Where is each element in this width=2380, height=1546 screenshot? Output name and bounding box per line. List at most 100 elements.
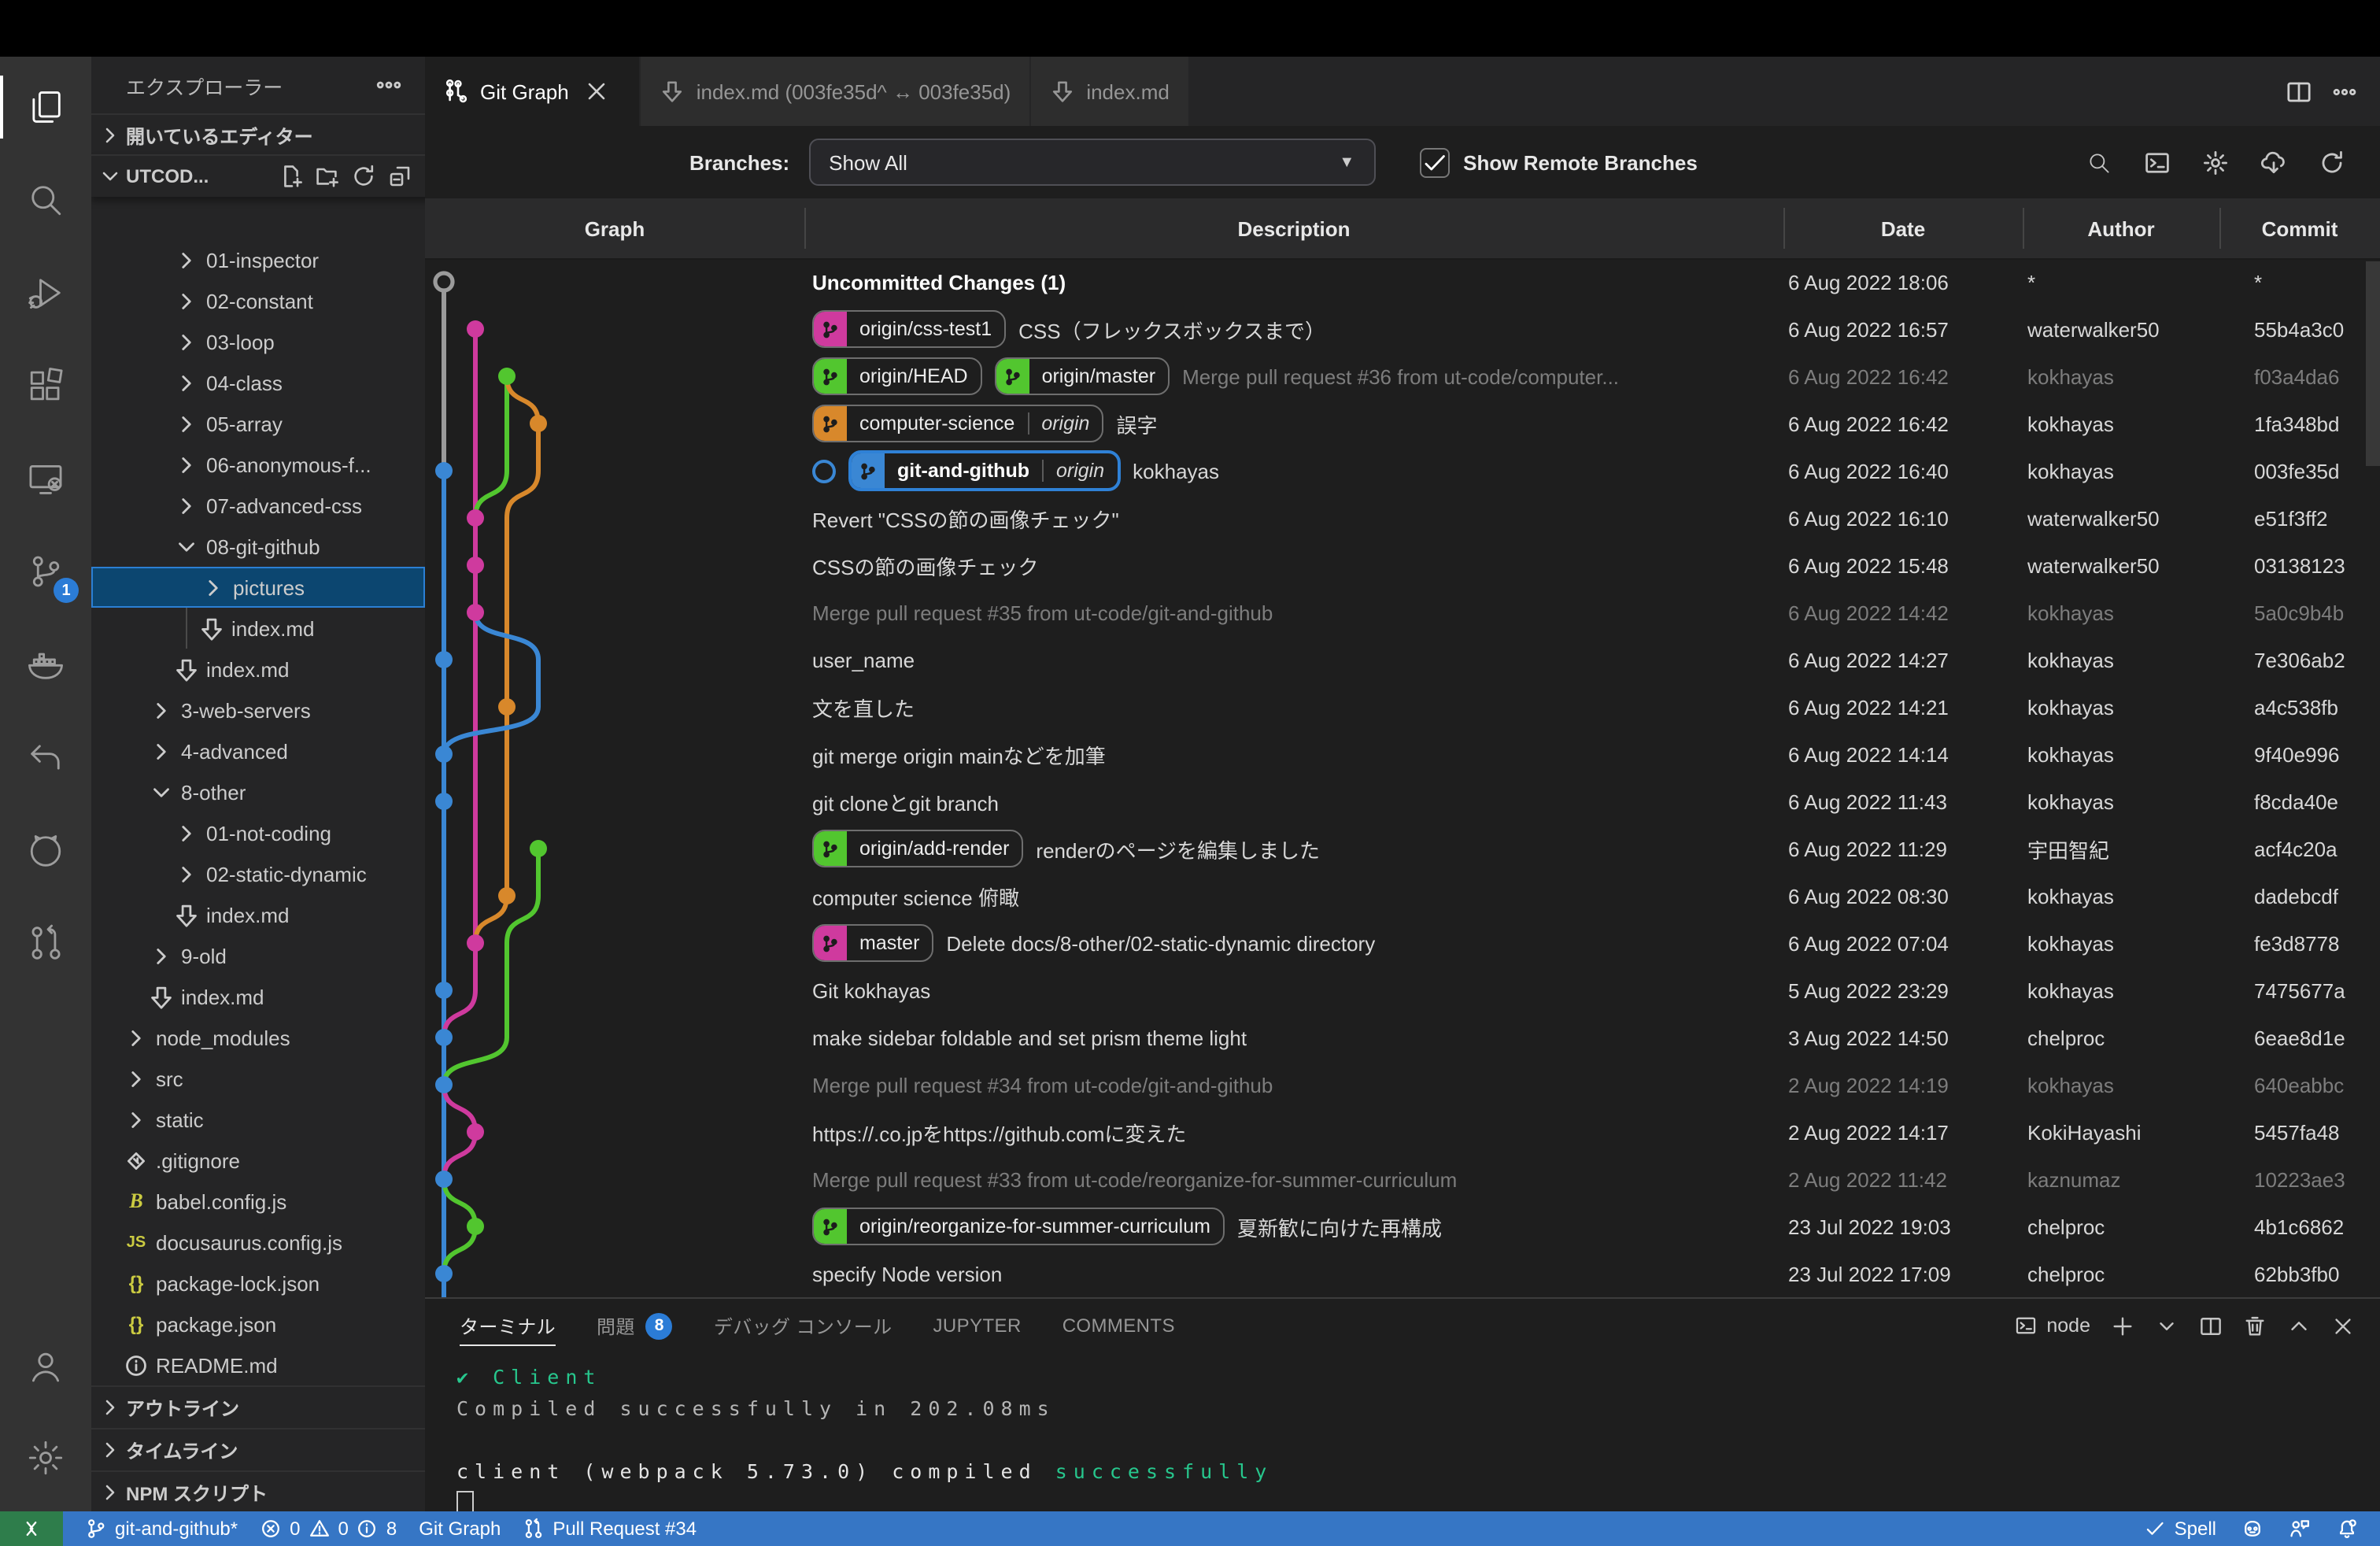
collapse-all-icon[interactable]	[387, 164, 412, 189]
tree-item-index.md[interactable]: index.md	[91, 894, 425, 935]
branch-label-origin/master[interactable]: origin/master	[995, 357, 1170, 395]
activity-item-extensions[interactable]	[0, 345, 91, 427]
tree-item-04-class[interactable]: 04-class	[91, 362, 425, 403]
activity-item-docker[interactable]	[0, 623, 91, 705]
commit-row[interactable]: make sidebar foldable and set prism them…	[425, 1014, 2380, 1061]
activity-item-search[interactable]	[0, 159, 91, 241]
branch-label-origin/reorganize-for-summer-curriculum[interactable]: origin/reorganize-for-summer-curriculum	[812, 1208, 1225, 1245]
branch-label-origin/HEAD[interactable]: origin/HEAD	[812, 357, 982, 395]
tree-item-babel.config.js[interactable]: Bbabel.config.js	[91, 1181, 425, 1222]
tree-item-README.md[interactable]: README.md	[91, 1344, 425, 1385]
commit-row[interactable]: CSSの節の画像チェック6 Aug 2022 15:48waterwalker5…	[425, 542, 2380, 589]
pull-request-status[interactable]: Pull Request #34	[523, 1518, 697, 1540]
tree-item-9-old[interactable]: 9-old	[91, 935, 425, 976]
notifications[interactable]	[2336, 1518, 2358, 1540]
tree-item-index.md[interactable]: index.md	[91, 608, 425, 649]
tree-item-index.md[interactable]: index.md	[91, 649, 425, 690]
commit-row[interactable]: Merge pull request #35 from ut-code/git-…	[425, 589, 2380, 636]
commit-row[interactable]: origin/reorganize-for-summer-curriculum夏…	[425, 1203, 2380, 1250]
tree-item-02-constant[interactable]: 02-constant	[91, 280, 425, 321]
new-terminal-icon[interactable]	[2111, 1314, 2134, 1337]
branch-label-master[interactable]: master	[812, 924, 933, 962]
commit-row[interactable]: computer science 俯瞰6 Aug 2022 08:30kokha…	[425, 872, 2380, 919]
tree-item-01-not-coding[interactable]: 01-not-coding	[91, 812, 425, 853]
column-header-author[interactable]: Author	[2023, 198, 2219, 258]
new-folder-icon[interactable]	[315, 164, 340, 189]
commit-row[interactable]: git-and-githuboriginkokhayas6 Aug 2022 1…	[425, 447, 2380, 494]
branch-label-origin/add-render[interactable]: origin/add-render	[812, 830, 1023, 867]
git-graph-status[interactable]: Git Graph	[419, 1518, 501, 1540]
commit-row[interactable]: Merge pull request #34 from ut-code/git-…	[425, 1061, 2380, 1108]
tree-item-nodemodules[interactable]: node_modules	[91, 1017, 425, 1058]
tree-item-pictures[interactable]: pictures	[91, 567, 425, 608]
tree-item-02-static-dynamic[interactable]: 02-static-dynamic	[91, 853, 425, 894]
tab-git[interactable]: Git Graph	[425, 57, 641, 126]
tree-item-src[interactable]: src	[91, 1058, 425, 1099]
column-header-date[interactable]: Date	[1783, 198, 2023, 258]
panel-tab-ターミナル[interactable]: ターミナル	[460, 1299, 556, 1352]
tree-item-docusaurus.config.js[interactable]: JSdocusaurus.config.js	[91, 1222, 425, 1263]
more-icon[interactable]	[2331, 78, 2358, 105]
activity-item-source-control[interactable]: 1	[0, 531, 91, 612]
terminal-output[interactable]: ✔ Client Compiled successfully in 202.08…	[456, 1362, 2380, 1513]
activity-item-run-debug[interactable]	[0, 252, 91, 334]
tree-item-.gitignore[interactable]: .gitignore	[91, 1140, 425, 1181]
copilot[interactable]	[2241, 1518, 2264, 1540]
commit-row[interactable]: git cloneとgit branch6 Aug 2022 11:43kokh…	[425, 778, 2380, 825]
activity-item-explorer[interactable]	[0, 66, 91, 148]
sidebar-section-タイムライン[interactable]: タイムライン	[91, 1428, 425, 1470]
commit-row[interactable]: origin/css-test1CSS（フレックスボックスまで）6 Aug 20…	[425, 305, 2380, 353]
launch-profile-icon[interactable]	[2155, 1314, 2179, 1337]
tree-item-4-advanced[interactable]: 4-advanced	[91, 730, 425, 771]
tree-item-05-array[interactable]: 05-array	[91, 403, 425, 444]
tree-item-package.json[interactable]: {}package.json	[91, 1304, 425, 1344]
search-icon[interactable]	[2086, 149, 2112, 176]
commit-row[interactable]: masterDelete docs/8-other/02-static-dyna…	[425, 919, 2380, 967]
commit-row[interactable]: Merge pull request #33 from ut-code/reor…	[425, 1156, 2380, 1203]
tree-item-8-other[interactable]: 8-other	[91, 771, 425, 812]
problems[interactable]: 008	[260, 1518, 397, 1540]
activity-item-accounts[interactable]	[0, 1326, 91, 1407]
tree-item-07-advanced-css[interactable]: 07-advanced-css	[91, 485, 425, 526]
tree-item-03-loop[interactable]: 03-loop	[91, 321, 425, 362]
refresh-icon[interactable]	[351, 164, 376, 189]
gear-icon[interactable]	[2202, 149, 2229, 176]
terminal-shell-picker[interactable]: node	[2015, 1315, 2090, 1337]
tree-item-01-inspector[interactable]: 01-inspector	[91, 239, 425, 280]
close-icon[interactable]	[585, 79, 610, 104]
kill-terminal-icon[interactable]	[2243, 1314, 2267, 1337]
sidebar-section-アウトライン[interactable]: アウトライン	[91, 1385, 425, 1428]
commit-row[interactable]: 文を直した6 Aug 2022 14:21kokhayasa4c538fb	[425, 683, 2380, 730]
tree-item-package-lock.json[interactable]: {}package-lock.json	[91, 1263, 425, 1304]
terminal-icon[interactable]	[2144, 149, 2171, 176]
activity-item-github[interactable]	[0, 809, 91, 891]
tree-item-08-git-github[interactable]: 08-git-github	[91, 526, 425, 567]
commit-row[interactable]: specify Node version23 Jul 2022 17:09che…	[425, 1250, 2380, 1297]
activity-item-undo-history[interactable]	[0, 716, 91, 798]
panel-tab-JUPYTER[interactable]: JUPYTER	[933, 1299, 1022, 1352]
commit-row[interactable]: git merge origin mainなどを加筆6 Aug 2022 14:…	[425, 730, 2380, 778]
tree-item-index.md[interactable]: index.md	[91, 976, 425, 1017]
branch-label-origin/css-test1[interactable]: origin/css-test1	[812, 310, 1006, 348]
close-panel-icon[interactable]	[2331, 1314, 2355, 1337]
new-file-icon[interactable]	[279, 164, 304, 189]
branch-label-git-and-github[interactable]: git-and-githuborigin	[848, 450, 1120, 491]
branches-dropdown[interactable]: Show All ▼	[808, 139, 1375, 186]
activity-item-remote-explorer[interactable]	[0, 438, 91, 520]
commit-row[interactable]: https://.co.jpをhttps://github.comに変えた2 A…	[425, 1108, 2380, 1156]
tree-item-static[interactable]: static	[91, 1099, 425, 1140]
split-editor-icon[interactable]	[2286, 78, 2312, 105]
panel-tab-問題[interactable]: 問題8	[597, 1299, 673, 1352]
open-editors-header[interactable]: 開いているエディター	[91, 113, 425, 156]
branch-label-computer-science[interactable]: computer-scienceorigin	[812, 405, 1103, 442]
tree-item-06-anonymous-f...[interactable]: 06-anonymous-f...	[91, 444, 425, 485]
commit-row[interactable]: Uncommitted Changes (1)6 Aug 2022 18:06*…	[425, 258, 2380, 305]
refresh-icon[interactable]	[2319, 149, 2345, 176]
remote-indicator[interactable]	[0, 1511, 63, 1546]
cloud-download-icon[interactable]	[2260, 149, 2287, 176]
commit-row[interactable]: Revert "CSSの節の画像チェック"6 Aug 2022 16:10wat…	[425, 494, 2380, 542]
tree-item-3-web-servers[interactable]: 3-web-servers	[91, 690, 425, 730]
commit-row[interactable]: user_name6 Aug 2022 14:27kokhayas7e306ab…	[425, 636, 2380, 683]
branch-indicator[interactable]: git-and-github*	[85, 1518, 238, 1540]
more-actions-icon[interactable]	[375, 71, 403, 99]
